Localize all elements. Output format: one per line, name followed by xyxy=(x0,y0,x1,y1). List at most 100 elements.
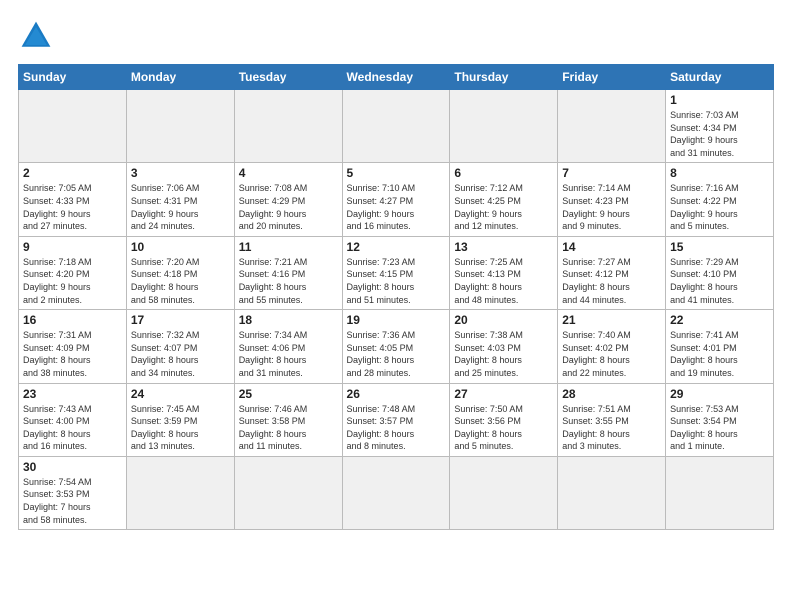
calendar-cell: 4Sunrise: 7:08 AM Sunset: 4:29 PM Daylig… xyxy=(234,163,342,236)
calendar-cell xyxy=(126,456,234,529)
calendar-cell: 13Sunrise: 7:25 AM Sunset: 4:13 PM Dayli… xyxy=(450,236,558,309)
calendar-cell xyxy=(450,456,558,529)
day-info: Sunrise: 7:46 AM Sunset: 3:58 PM Dayligh… xyxy=(239,403,338,453)
calendar-cell: 17 Sunrise: 7:32 AM Sunset: 4:07 PM Dayli… xyxy=(126,310,234,383)
calendar-cell: 1 Sunrise: 7:03 AM Sunset: 4:34 PM Daylig… xyxy=(666,90,774,163)
calendar-cell: 19Sunrise: 7:36 AM Sunset: 4:05 PM Dayli… xyxy=(342,310,450,383)
logo-icon xyxy=(18,18,54,54)
day-info: Sunrise: 7:38 AM Sunset: 4:03 PM Dayligh… xyxy=(454,329,553,379)
calendar-cell xyxy=(19,90,127,163)
day-info: Sunrise: 7:31 AM Sunset: 4:09 PM Dayligh… xyxy=(23,329,122,379)
day-number: 4 xyxy=(239,166,338,180)
day-info: Sunrise: 7:41 AM Sunset: 4:01 PM Dayligh… xyxy=(670,329,769,379)
day-number: 3 xyxy=(131,166,230,180)
day-number: 17 xyxy=(131,313,230,327)
day-number: 22 xyxy=(670,313,769,327)
calendar-cell: 15 Sunrise: 7:29 AM Sunset: 4:10 PM Dayli… xyxy=(666,236,774,309)
day-info: Sunrise: 7:54 AM Sunset: 3:53 PM Dayligh… xyxy=(23,476,122,526)
calendar-cell: 11Sunrise: 7:21 AM Sunset: 4:16 PM Dayli… xyxy=(234,236,342,309)
day-number: 23 xyxy=(23,387,122,401)
day-number: 26 xyxy=(347,387,446,401)
calendar-cell: 10 Sunrise: 7:20 AM Sunset: 4:18 PM Dayli… xyxy=(126,236,234,309)
calendar-cell: 7 Sunrise: 7:14 AM Sunset: 4:23 PM Daylig… xyxy=(558,163,666,236)
day-info: Sunrise: 7:43 AM Sunset: 4:00 PM Dayligh… xyxy=(23,403,122,453)
day-number: 14 xyxy=(562,240,661,254)
day-info: Sunrise: 7:51 AM Sunset: 3:55 PM Dayligh… xyxy=(562,403,661,453)
calendar-cell: 25 Sunrise: 7:46 AM Sunset: 3:58 PM Dayli… xyxy=(234,383,342,456)
day-number: 2 xyxy=(23,166,122,180)
day-info: Sunrise: 7:14 AM Sunset: 4:23 PM Dayligh… xyxy=(562,182,661,232)
day-number: 29 xyxy=(670,387,769,401)
day-info: Sunrise: 7:53 AM Sunset: 3:54 PM Dayligh… xyxy=(670,403,769,453)
calendar-cell: 8Sunrise: 7:16 AM Sunset: 4:22 PM Daylig… xyxy=(666,163,774,236)
calendar-cell: 23 Sunrise: 7:43 AM Sunset: 4:00 PM Dayli… xyxy=(19,383,127,456)
column-header-sunday: Sunday xyxy=(19,65,127,90)
calendar-cell: 20 Sunrise: 7:38 AM Sunset: 4:03 PM Dayli… xyxy=(450,310,558,383)
day-number: 19 xyxy=(347,313,446,327)
calendar-cell xyxy=(234,90,342,163)
day-info: Sunrise: 7:20 AM Sunset: 4:18 PM Dayligh… xyxy=(131,256,230,306)
calendar: SundayMondayTuesdayWednesdayThursdayFrid… xyxy=(18,64,774,530)
calendar-cell xyxy=(666,456,774,529)
day-info: Sunrise: 7:32 AM Sunset: 4:07 PM Dayligh… xyxy=(131,329,230,379)
calendar-cell xyxy=(126,90,234,163)
day-number: 20 xyxy=(454,313,553,327)
column-header-monday: Monday xyxy=(126,65,234,90)
column-header-wednesday: Wednesday xyxy=(342,65,450,90)
calendar-cell: 16 Sunrise: 7:31 AM Sunset: 4:09 PM Dayli… xyxy=(19,310,127,383)
header xyxy=(18,18,774,54)
day-number: 7 xyxy=(562,166,661,180)
calendar-header-row: SundayMondayTuesdayWednesdayThursdayFrid… xyxy=(19,65,774,90)
day-number: 1 xyxy=(670,93,769,107)
calendar-cell: 3 Sunrise: 7:06 AM Sunset: 4:31 PM Daylig… xyxy=(126,163,234,236)
calendar-cell xyxy=(450,90,558,163)
calendar-cell: 12Sunrise: 7:23 AM Sunset: 4:15 PM Dayli… xyxy=(342,236,450,309)
calendar-cell: 26 Sunrise: 7:48 AM Sunset: 3:57 PM Dayli… xyxy=(342,383,450,456)
day-number: 24 xyxy=(131,387,230,401)
calendar-cell: 22 Sunrise: 7:41 AM Sunset: 4:01 PM Dayli… xyxy=(666,310,774,383)
day-number: 9 xyxy=(23,240,122,254)
calendar-cell: 29 Sunrise: 7:53 AM Sunset: 3:54 PM Dayli… xyxy=(666,383,774,456)
day-info: Sunrise: 7:05 AM Sunset: 4:33 PM Dayligh… xyxy=(23,182,122,232)
calendar-cell: 24 Sunrise: 7:45 AM Sunset: 3:59 PM Dayli… xyxy=(126,383,234,456)
calendar-cell: 2 Sunrise: 7:05 AM Sunset: 4:33 PM Daylig… xyxy=(19,163,127,236)
day-info: Sunrise: 7:34 AM Sunset: 4:06 PM Dayligh… xyxy=(239,329,338,379)
calendar-cell xyxy=(234,456,342,529)
day-info: Sunrise: 7:03 AM Sunset: 4:34 PM Dayligh… xyxy=(670,109,769,159)
calendar-cell xyxy=(342,90,450,163)
day-number: 16 xyxy=(23,313,122,327)
calendar-cell: 14Sunrise: 7:27 AM Sunset: 4:12 PM Dayli… xyxy=(558,236,666,309)
calendar-cell: 9Sunrise: 7:18 AM Sunset: 4:20 PM Daylig… xyxy=(19,236,127,309)
day-number: 25 xyxy=(239,387,338,401)
day-number: 27 xyxy=(454,387,553,401)
calendar-cell: 5Sunrise: 7:10 AM Sunset: 4:27 PM Daylig… xyxy=(342,163,450,236)
day-info: Sunrise: 7:45 AM Sunset: 3:59 PM Dayligh… xyxy=(131,403,230,453)
day-info: Sunrise: 7:25 AM Sunset: 4:13 PM Dayligh… xyxy=(454,256,553,306)
day-info: Sunrise: 7:06 AM Sunset: 4:31 PM Dayligh… xyxy=(131,182,230,232)
day-number: 18 xyxy=(239,313,338,327)
calendar-cell: 27Sunrise: 7:50 AM Sunset: 3:56 PM Dayli… xyxy=(450,383,558,456)
day-number: 6 xyxy=(454,166,553,180)
day-number: 11 xyxy=(239,240,338,254)
day-number: 21 xyxy=(562,313,661,327)
column-header-thursday: Thursday xyxy=(450,65,558,90)
day-info: Sunrise: 7:29 AM Sunset: 4:10 PM Dayligh… xyxy=(670,256,769,306)
calendar-cell: 18 Sunrise: 7:34 AM Sunset: 4:06 PM Dayli… xyxy=(234,310,342,383)
day-info: Sunrise: 7:40 AM Sunset: 4:02 PM Dayligh… xyxy=(562,329,661,379)
day-number: 10 xyxy=(131,240,230,254)
day-number: 5 xyxy=(347,166,446,180)
column-header-friday: Friday xyxy=(558,65,666,90)
page: SundayMondayTuesdayWednesdayThursdayFrid… xyxy=(0,0,792,612)
day-info: Sunrise: 7:48 AM Sunset: 3:57 PM Dayligh… xyxy=(347,403,446,453)
calendar-cell xyxy=(558,456,666,529)
day-number: 8 xyxy=(670,166,769,180)
logo xyxy=(18,18,58,54)
calendar-cell xyxy=(342,456,450,529)
column-header-saturday: Saturday xyxy=(666,65,774,90)
day-info: Sunrise: 7:23 AM Sunset: 4:15 PM Dayligh… xyxy=(347,256,446,306)
day-number: 28 xyxy=(562,387,661,401)
column-header-tuesday: Tuesday xyxy=(234,65,342,90)
calendar-cell: 6 Sunrise: 7:12 AM Sunset: 4:25 PM Daylig… xyxy=(450,163,558,236)
day-info: Sunrise: 7:12 AM Sunset: 4:25 PM Dayligh… xyxy=(454,182,553,232)
day-number: 15 xyxy=(670,240,769,254)
